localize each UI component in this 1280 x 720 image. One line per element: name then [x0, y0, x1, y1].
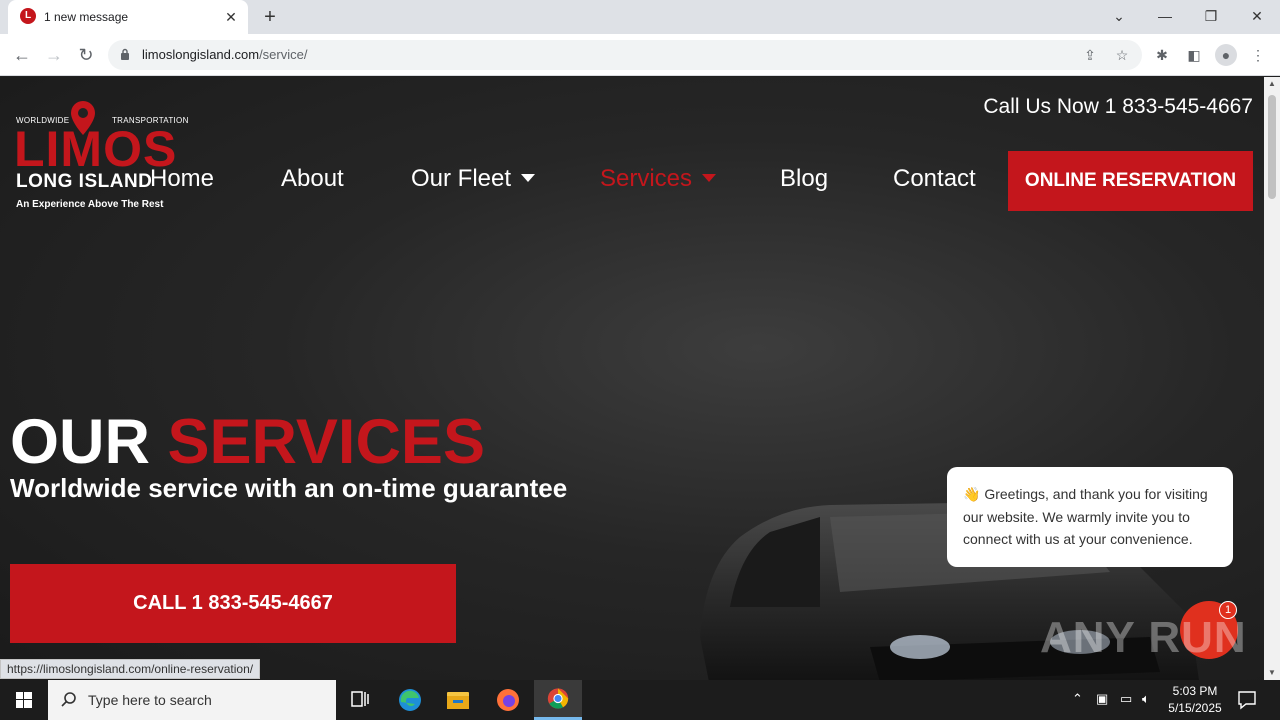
taskbar-clock[interactable]: 5:03 PM 5/15/2025 [1164, 683, 1226, 717]
nav-blog[interactable]: Blog [780, 165, 828, 193]
tab-title: 1 new message [44, 10, 129, 24]
site-favicon-icon: L [20, 8, 36, 24]
tab-search-icon[interactable]: ⌄ [1101, 5, 1137, 27]
call-now-link[interactable]: Call Us Now 1 833-545-4667 [983, 95, 1253, 119]
url-text[interactable]: limoslongisland.com/service/ [142, 47, 307, 62]
tray-chevron-up-icon[interactable]: ⌃ [1072, 691, 1083, 707]
nav-contact[interactable]: Contact [893, 165, 976, 193]
edge-icon[interactable] [386, 680, 434, 720]
chevron-down-icon [521, 173, 536, 182]
logo-tagline: An Experience Above The Rest [16, 199, 164, 210]
lock-icon [121, 48, 129, 60]
browser-tab-bar: L 1 new message ✕ + ⌄ — ❐ ✕ [0, 0, 1280, 34]
chrome-icon[interactable] [534, 680, 582, 720]
online-reservation-button[interactable]: ONLINE RESERVATION [1008, 151, 1253, 211]
search-icon [61, 692, 76, 707]
address-bar-row: ← → ↻ limoslongisland.com/service/ ⇪ ☆ ✱… [0, 34, 1280, 76]
windows-start-icon[interactable] [0, 680, 48, 720]
browser-tab[interactable]: L 1 new message ✕ [8, 0, 248, 34]
taskbar-search-box[interactable]: Type here to search [48, 680, 336, 720]
file-explorer-icon[interactable] [434, 680, 482, 720]
omnibox[interactable]: limoslongisland.com/service/ ⇪ ☆ [108, 40, 1142, 70]
minimize-button[interactable]: — [1147, 5, 1183, 27]
search-placeholder: Type here to search [88, 692, 212, 708]
scroll-up-icon[interactable]: ▲ [1264, 77, 1280, 91]
windows-taskbar: Type here to search ⌃ ▣ ▭ 🔈︎ 5:03 PM 5/1… [0, 680, 1280, 720]
clock-date: 5/15/2025 [1168, 701, 1222, 715]
nav-our-fleet[interactable]: Our Fleet [411, 165, 536, 193]
close-tab-icon[interactable]: ✕ [222, 8, 240, 26]
hero-subtitle: Worldwide service with an on-time guaran… [10, 473, 568, 503]
restore-button[interactable]: ❐ [1193, 5, 1229, 27]
nav-home[interactable]: Home [150, 165, 214, 193]
nav-services[interactable]: Services [600, 165, 717, 193]
nav-about[interactable]: About [281, 165, 344, 193]
back-button[interactable]: ← [10, 43, 34, 67]
anyrun-watermark: ANY RUN [1040, 613, 1247, 662]
site-logo[interactable]: WORLDWIDE TRANSPORTATION LIMOS LONG ISLA… [14, 101, 188, 213]
notifications-icon[interactable] [1236, 690, 1258, 710]
share-icon[interactable]: ⇪ [1080, 45, 1100, 65]
tray-device-icon[interactable]: ▣ [1096, 691, 1108, 707]
extensions-icon[interactable]: ✱ [1151, 44, 1173, 66]
call-button[interactable]: CALL 1 833-545-4667 [10, 564, 456, 643]
scroll-thumb[interactable] [1268, 95, 1276, 199]
close-window-button[interactable]: ✕ [1239, 5, 1275, 27]
logo-long-island: LONG ISLAND [16, 171, 153, 192]
page-scrollbar[interactable]: ▲ ▼ [1264, 77, 1280, 680]
scroll-down-icon[interactable]: ▼ [1264, 666, 1280, 680]
chevron-down-icon [702, 173, 717, 182]
page-viewport: WORLDWIDE TRANSPORTATION LIMOS LONG ISLA… [0, 77, 1264, 680]
task-view-icon[interactable] [336, 680, 384, 720]
volume-icon[interactable]: 🔈︎ [1142, 691, 1150, 707]
clock-time: 5:03 PM [1172, 684, 1218, 698]
hero-title: OUR SERVICES [10, 407, 485, 477]
side-panel-icon[interactable]: ◧ [1183, 44, 1205, 66]
bookmark-star-icon[interactable]: ☆ [1112, 45, 1132, 65]
profile-icon[interactable]: ● [1215, 44, 1237, 66]
network-icon[interactable]: ▭ [1120, 691, 1132, 707]
forward-button[interactable]: → [42, 43, 66, 67]
chat-greeting-bubble[interactable]: 👋 Greetings, and thank you for visiting … [947, 467, 1233, 567]
firefox-icon[interactable] [484, 680, 532, 720]
new-tab-button[interactable]: + [258, 6, 282, 28]
reload-button[interactable]: ↻ [74, 43, 98, 67]
status-bar-url: https://limoslongisland.com/online-reser… [0, 659, 261, 679]
menu-kebab-icon[interactable]: ⋮ [1247, 44, 1269, 66]
